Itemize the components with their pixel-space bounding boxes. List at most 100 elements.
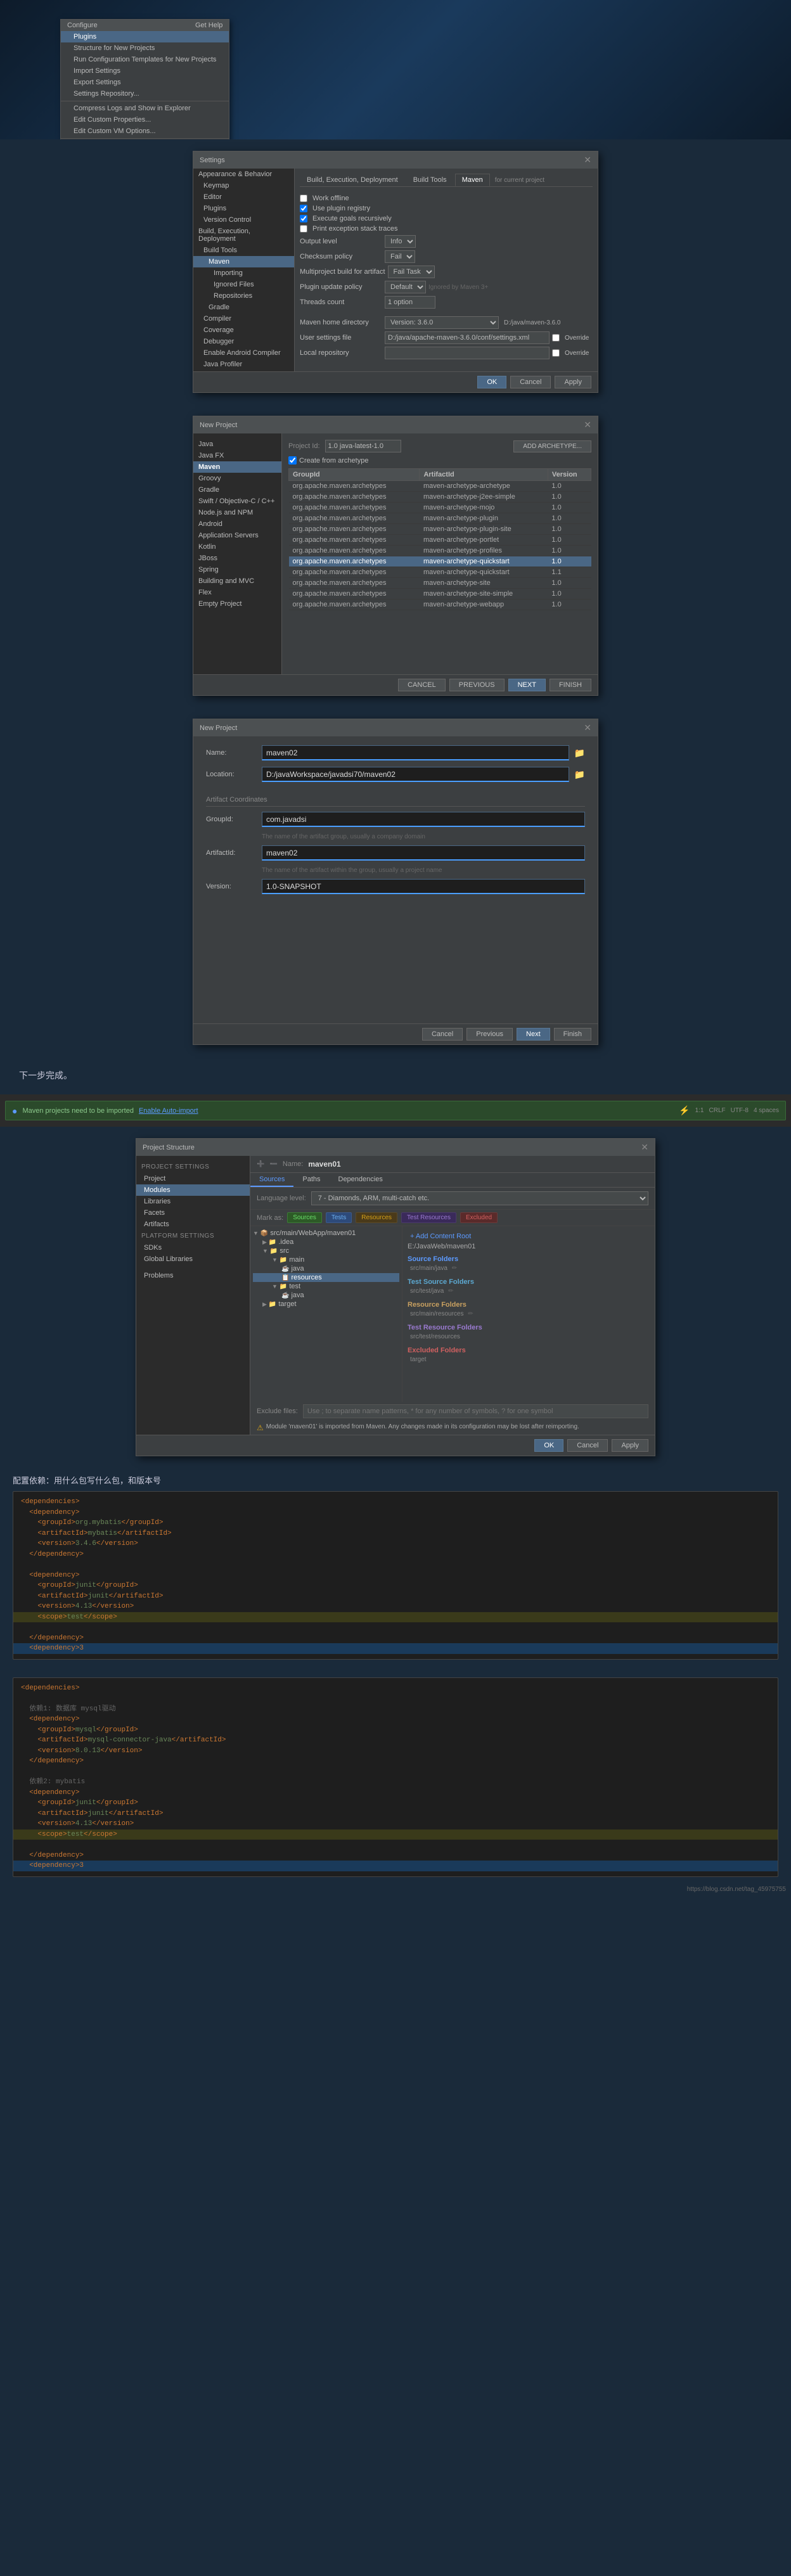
wizard-next-button[interactable]: NEXT: [508, 679, 546, 691]
wizard-previous-button[interactable]: PREVIOUS: [449, 679, 505, 691]
checksum-select[interactable]: Fail: [385, 250, 415, 263]
table-row[interactable]: org.apache.maven.archetypes maven-archet…: [289, 524, 591, 535]
project-id-input[interactable]: [325, 440, 401, 452]
nav-editor[interactable]: Editor: [193, 191, 294, 203]
wizard-nav-swift[interactable]: Swift / Objective-C / C++: [193, 496, 281, 507]
maven-home-select[interactable]: Version: 3.6.0: [385, 316, 499, 329]
np-location-folder-icon[interactable]: 📁: [574, 769, 585, 780]
ps-ok-button[interactable]: OK: [534, 1439, 563, 1452]
print-exceptions-checkbox[interactable]: [300, 225, 307, 233]
np-artifactid-input[interactable]: [262, 845, 585, 861]
settings-cancel-button[interactable]: Cancel: [510, 376, 551, 388]
tab-maven[interactable]: Maven: [455, 174, 490, 186]
settings-ok-button[interactable]: OK: [477, 376, 506, 388]
ps-nav-modules[interactable]: Modules: [136, 1184, 250, 1196]
multiproject-select[interactable]: Fail Task: [388, 266, 435, 278]
local-repo-input[interactable]: [385, 347, 550, 359]
nav-repositories[interactable]: Repositories: [193, 290, 294, 302]
source-folders-edit-icon[interactable]: ✏: [452, 1265, 457, 1272]
tree-idea[interactable]: ▶ 📁 .idea: [253, 1238, 399, 1246]
nav-debugger[interactable]: Debugger: [193, 336, 294, 347]
wizard-nav-android[interactable]: Android: [193, 518, 281, 530]
np-finish-button[interactable]: Finish: [554, 1028, 591, 1041]
ps-nav-problems[interactable]: Problems: [136, 1270, 250, 1281]
wizard-nav-javafx[interactable]: Java FX: [193, 450, 281, 461]
tree-main[interactable]: ▼ 📁 main: [253, 1255, 399, 1264]
wizard-nav-nodejs[interactable]: Node.js and NPM: [193, 507, 281, 518]
table-row[interactable]: org.apache.maven.archetypes maven-archet…: [289, 535, 591, 546]
mark-excluded-button[interactable]: Excluded: [460, 1212, 498, 1223]
menu-item-import-settings[interactable]: Import Settings: [61, 65, 229, 77]
tree-src[interactable]: ▼ 📁 src: [253, 1246, 399, 1255]
nav-gradle[interactable]: Gradle: [193, 302, 294, 313]
np-previous-button[interactable]: Previous: [466, 1028, 513, 1041]
wizard-nav-jboss[interactable]: JBoss: [193, 553, 281, 564]
nav-keymap[interactable]: Keymap: [193, 180, 294, 191]
mark-sources-button[interactable]: Sources: [287, 1212, 322, 1223]
ps-nav-project[interactable]: Project: [136, 1173, 250, 1184]
table-row[interactable]: org.apache.maven.archetypes maven-archet…: [289, 578, 591, 589]
mark-test-resources-button[interactable]: Test Resources: [401, 1212, 456, 1223]
plugin-registry-checkbox[interactable]: [300, 205, 307, 212]
table-row[interactable]: org.apache.maven.archetypes maven-archet…: [289, 546, 591, 556]
wizard-nav-building[interactable]: Building and MVC: [193, 575, 281, 587]
ps-nav-facets[interactable]: Facets: [136, 1207, 250, 1219]
nav-android-compiler[interactable]: Enable Android Compiler: [193, 347, 294, 359]
wizard-nav-flex[interactable]: Flex: [193, 587, 281, 598]
resource-edit-icon[interactable]: ✏: [468, 1310, 473, 1317]
np-cancel-button[interactable]: Cancel: [422, 1028, 463, 1041]
menu-item-structure[interactable]: Structure for New Projects: [61, 42, 229, 54]
nav-java-profiler[interactable]: Java Profiler: [193, 359, 294, 370]
table-row[interactable]: org.apache.maven.archetypes maven-archet…: [289, 567, 591, 578]
nav-deployment[interactable]: Deployment: [193, 370, 294, 371]
local-repo-override[interactable]: [552, 349, 560, 357]
output-level-select[interactable]: Info: [385, 235, 416, 248]
create-from-archetype-checkbox[interactable]: [288, 456, 297, 465]
add-archetype-button[interactable]: ADD ARCHETYPE...: [513, 440, 591, 452]
user-settings-override[interactable]: [552, 334, 560, 342]
np-groupid-input[interactable]: [262, 812, 585, 827]
wizard-nav-kotlin[interactable]: Kotlin: [193, 541, 281, 553]
menu-item-edit-custom-props[interactable]: Edit Custom Properties...: [61, 114, 229, 125]
table-row[interactable]: org.apache.maven.archetypes maven-archet…: [289, 481, 591, 492]
tree-test[interactable]: ▼ 📁 test: [253, 1282, 399, 1291]
mark-tests-button[interactable]: Tests: [326, 1212, 352, 1223]
menu-item-settings-repo[interactable]: Settings Repository...: [61, 88, 229, 99]
wizard-finish-button[interactable]: FINISH: [550, 679, 591, 691]
ps-nav-global-libraries[interactable]: Global Libraries: [136, 1253, 250, 1265]
menu-item-edit-vm-options[interactable]: Edit Custom VM Options...: [61, 125, 229, 137]
tab-build-exec[interactable]: Build, Execution, Deployment: [300, 174, 405, 186]
table-row[interactable]: org.apache.maven.archetypes maven-archet…: [289, 556, 591, 567]
nav-appearance[interactable]: Appearance & Behavior: [193, 169, 294, 180]
error-indicator[interactable]: ⚡: [679, 1105, 690, 1116]
np-next-button[interactable]: Next: [517, 1028, 550, 1041]
ps-cancel-button[interactable]: Cancel: [567, 1439, 608, 1452]
ps-tab-dependencies[interactable]: Dependencies: [330, 1173, 392, 1187]
ps-plus-icon[interactable]: ➖: [269, 1161, 277, 1168]
table-row[interactable]: org.apache.maven.archetypes maven-archet…: [289, 492, 591, 503]
tree-root[interactable]: ▼ 📦 src/main/WebApp/maven01: [253, 1229, 399, 1238]
nav-build-tools[interactable]: Build Tools: [193, 245, 294, 256]
table-row[interactable]: org.apache.maven.archetypes maven-archet…: [289, 589, 591, 599]
wizard-nav-maven[interactable]: Maven: [193, 461, 281, 473]
ps-nav-libraries[interactable]: Libraries: [136, 1196, 250, 1207]
wizard-nav-groovy[interactable]: Groovy: [193, 473, 281, 484]
wizard-nav-gradle[interactable]: Gradle: [193, 484, 281, 496]
nav-ignored-files[interactable]: Ignored Files: [193, 279, 294, 290]
ps-tab-sources[interactable]: Sources: [250, 1173, 293, 1187]
tree-resources[interactable]: 📋 resources: [253, 1273, 399, 1282]
threads-input[interactable]: [385, 296, 435, 309]
wizard-cancel-button[interactable]: CANCEL: [398, 679, 446, 691]
nav-plugins[interactable]: Plugins: [193, 203, 294, 214]
settings-close-button[interactable]: ✕: [584, 155, 591, 165]
wizard-nav-java[interactable]: Java: [193, 439, 281, 450]
table-row[interactable]: org.apache.maven.archetypes maven-archet…: [289, 513, 591, 524]
np-location-input[interactable]: [262, 767, 569, 782]
ps-minus-icon[interactable]: ➕: [257, 1161, 264, 1168]
ps-nav-artifacts[interactable]: Artifacts: [136, 1219, 250, 1230]
nav-vcs[interactable]: Version Control: [193, 214, 294, 226]
nav-importing[interactable]: Importing: [193, 267, 294, 279]
table-row[interactable]: org.apache.maven.archetypes maven-archet…: [289, 503, 591, 513]
np-version-input[interactable]: [262, 879, 585, 894]
ps-tab-paths[interactable]: Paths: [293, 1173, 329, 1187]
